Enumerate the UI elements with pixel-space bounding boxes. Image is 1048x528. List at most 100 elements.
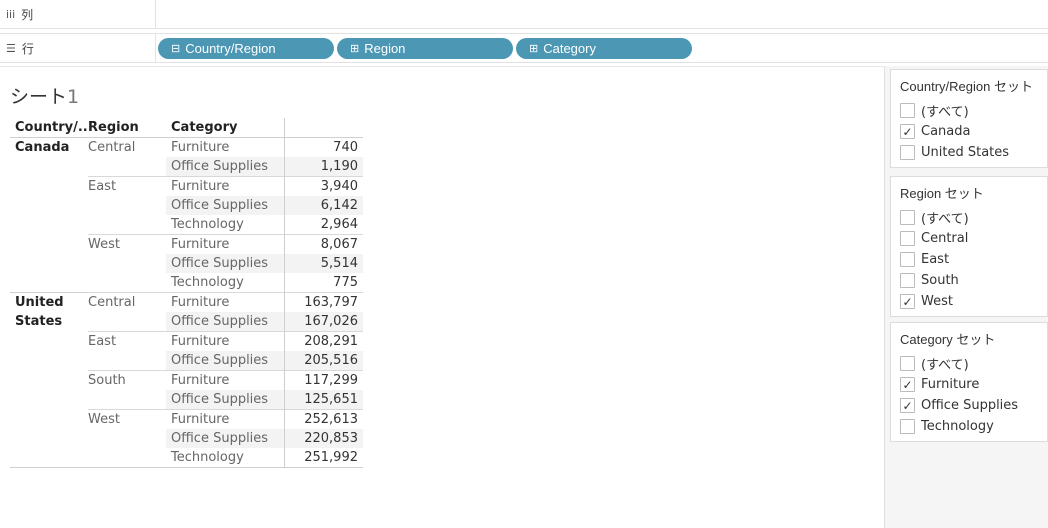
region-cell[interactable] xyxy=(88,273,166,293)
header-category[interactable]: Category xyxy=(166,118,284,138)
value-cell[interactable]: 163,797 xyxy=(283,292,363,312)
checkbox-checked-icon[interactable]: ✓ xyxy=(900,377,915,392)
country-cell[interactable] xyxy=(10,157,88,177)
region-cell[interactable] xyxy=(88,312,166,332)
region-cell[interactable] xyxy=(88,448,166,468)
country-cell[interactable] xyxy=(10,215,88,235)
filter-option[interactable]: South xyxy=(891,270,1047,291)
region-cell[interactable] xyxy=(88,351,166,371)
value-cell[interactable]: 5,514 xyxy=(283,254,363,273)
country-cell[interactable] xyxy=(10,332,88,352)
value-cell[interactable]: 1,190 xyxy=(283,157,363,177)
value-cell[interactable]: 775 xyxy=(283,273,363,293)
country-cell[interactable]: Canada xyxy=(10,138,88,158)
filter-option[interactable]: (すべて) xyxy=(891,100,1047,121)
category-cell[interactable]: Furniture xyxy=(166,409,284,429)
category-cell[interactable]: Furniture xyxy=(166,176,284,196)
value-cell[interactable]: 208,291 xyxy=(283,331,363,351)
category-cell[interactable]: Furniture xyxy=(166,292,284,312)
filter-option[interactable]: Technology xyxy=(891,416,1047,437)
filter-option[interactable]: ✓ Office Supplies xyxy=(891,395,1047,416)
checkbox-icon[interactable] xyxy=(900,419,915,434)
filter-option[interactable]: ✓ Furniture xyxy=(891,374,1047,395)
expand-icon[interactable]: ⊞ xyxy=(529,42,538,55)
region-cell[interactable]: South xyxy=(88,370,166,390)
country-cell[interactable] xyxy=(10,235,88,255)
checkbox-icon[interactable] xyxy=(900,103,915,118)
value-cell[interactable]: 167,026 xyxy=(283,312,363,332)
value-cell[interactable]: 3,940 xyxy=(283,176,363,196)
region-cell[interactable]: Central xyxy=(88,138,166,158)
region-cell[interactable] xyxy=(88,254,166,273)
value-cell[interactable]: 117,299 xyxy=(283,370,363,390)
country-cell[interactable] xyxy=(10,390,88,410)
category-cell[interactable]: Office Supplies xyxy=(166,390,284,410)
collapse-icon[interactable]: ⊟ xyxy=(171,42,180,55)
region-cell[interactable]: East xyxy=(88,331,166,351)
pill-region[interactable]: ⊞ Region xyxy=(337,38,513,59)
country-cell[interactable]: United xyxy=(10,292,88,312)
checkbox-icon[interactable] xyxy=(900,145,915,160)
columns-shelf[interactable]: iii 列 xyxy=(0,0,1048,29)
country-cell[interactable] xyxy=(10,448,88,468)
country-cell[interactable] xyxy=(10,429,88,448)
category-cell[interactable]: Technology xyxy=(166,215,284,235)
value-cell[interactable]: 125,651 xyxy=(283,390,363,410)
checkbox-icon[interactable] xyxy=(900,273,915,288)
region-cell[interactable]: East xyxy=(88,176,166,196)
category-cell[interactable]: Office Supplies xyxy=(166,312,284,332)
category-cell[interactable]: Furniture xyxy=(166,370,284,390)
region-cell[interactable] xyxy=(88,196,166,215)
category-cell[interactable]: Office Supplies xyxy=(166,196,284,215)
region-cell[interactable] xyxy=(88,390,166,410)
filter-option[interactable]: (すべて) xyxy=(891,207,1047,228)
region-cell[interactable] xyxy=(88,157,166,177)
category-cell[interactable]: Technology xyxy=(166,448,284,468)
filter-option[interactable]: ✓ West xyxy=(891,291,1047,312)
value-cell[interactable]: 8,067 xyxy=(283,234,363,254)
checkbox-icon[interactable] xyxy=(900,252,915,267)
value-cell[interactable]: 6,142 xyxy=(283,196,363,215)
value-cell[interactable]: 251,992 xyxy=(283,448,363,468)
checkbox-checked-icon[interactable]: ✓ xyxy=(900,398,915,413)
value-cell[interactable]: 205,516 xyxy=(283,351,363,371)
rows-shelf[interactable]: ☰ 行 ⊟ Country/Region ⊞ Region ⊞ Category xyxy=(0,33,1048,63)
country-cell[interactable] xyxy=(10,177,88,197)
category-cell[interactable]: Furniture xyxy=(166,331,284,351)
filter-option[interactable]: United States xyxy=(891,142,1047,163)
filter-option[interactable]: Central xyxy=(891,228,1047,249)
country-cell[interactable] xyxy=(10,254,88,273)
country-cell[interactable] xyxy=(10,196,88,215)
filter-option[interactable]: ✓ Canada xyxy=(891,121,1047,142)
country-cell[interactable]: States xyxy=(10,312,88,332)
category-cell[interactable]: Furniture xyxy=(166,234,284,254)
country-cell[interactable] xyxy=(10,351,88,371)
pill-category[interactable]: ⊞ Category xyxy=(516,38,692,59)
region-cell[interactable]: Central xyxy=(88,292,166,312)
category-cell[interactable]: Furniture xyxy=(166,138,284,158)
filter-option[interactable]: East xyxy=(891,249,1047,270)
value-cell[interactable]: 220,853 xyxy=(283,429,363,448)
category-cell[interactable]: Office Supplies xyxy=(166,351,284,371)
header-region[interactable]: Region xyxy=(88,118,166,138)
filter-option[interactable]: (すべて) xyxy=(891,353,1047,374)
region-cell[interactable] xyxy=(88,429,166,448)
value-cell[interactable]: 2,964 xyxy=(283,215,363,235)
value-cell[interactable]: 740 xyxy=(283,137,363,157)
checkbox-icon[interactable] xyxy=(900,210,915,225)
country-cell[interactable] xyxy=(10,410,88,430)
country-cell[interactable] xyxy=(10,371,88,391)
checkbox-checked-icon[interactable]: ✓ xyxy=(900,124,915,139)
header-country[interactable]: Country/.. xyxy=(10,118,88,138)
region-cell[interactable] xyxy=(88,215,166,235)
checkbox-icon[interactable] xyxy=(900,231,915,246)
pill-country-region[interactable]: ⊟ Country/Region xyxy=(158,38,334,59)
country-cell[interactable] xyxy=(10,273,88,293)
checkbox-checked-icon[interactable]: ✓ xyxy=(900,294,915,309)
category-cell[interactable]: Office Supplies xyxy=(166,429,284,448)
value-cell[interactable]: 252,613 xyxy=(283,409,363,429)
checkbox-icon[interactable] xyxy=(900,356,915,371)
region-cell[interactable]: West xyxy=(88,234,166,254)
category-cell[interactable]: Office Supplies xyxy=(166,254,284,273)
expand-icon[interactable]: ⊞ xyxy=(350,42,359,55)
